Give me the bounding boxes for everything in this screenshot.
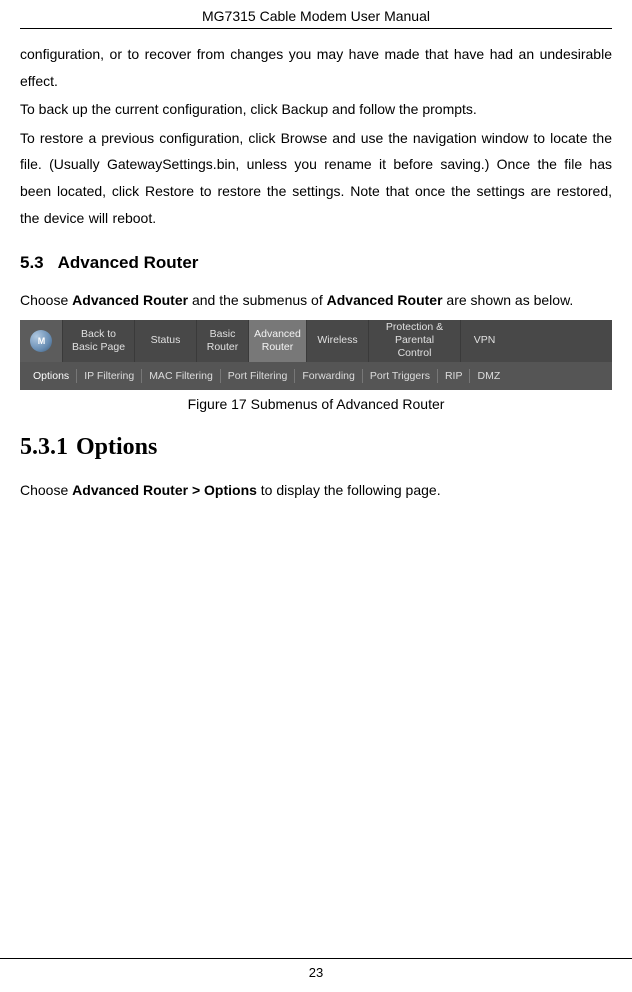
text-bold-2: Advanced Router	[327, 292, 443, 308]
subnav-rip: RIP	[438, 369, 471, 383]
page-number: 23	[309, 965, 323, 980]
nav-item-wireless: Wireless	[306, 320, 368, 362]
paragraph-restore: To restore a previous configuration, cli…	[20, 125, 612, 231]
figure-caption: Figure 17 Submenus of Advanced Router	[20, 396, 612, 412]
paragraph-config: configuration, or to recover from change…	[20, 41, 612, 94]
subnav-dmz: DMZ	[470, 369, 507, 383]
page-content: configuration, or to recover from change…	[20, 29, 612, 503]
nav-item-back: Back to Basic Page	[62, 320, 134, 362]
subnav-row: Options IP Filtering MAC Filtering Port …	[20, 362, 612, 390]
figure-nav-screenshot: M Back to Basic Page Status Basic Router…	[20, 320, 612, 390]
subnav-port-triggers: Port Triggers	[363, 369, 438, 383]
nav-item-advanced-router: Advanced Router	[248, 320, 306, 362]
subnav-forwarding: Forwarding	[295, 369, 363, 383]
page-header-title: MG7315 Cable Modem User Manual	[20, 0, 612, 29]
nav-item-fill	[508, 320, 612, 362]
heading-5-3-title: Advanced Router	[58, 253, 199, 272]
subnav-port-filtering: Port Filtering	[221, 369, 296, 383]
heading-5-3-1-num: 5.3.1	[20, 434, 68, 460]
paragraph-backup: To back up the current configuration, cl…	[20, 96, 612, 123]
subnav-options: Options	[26, 369, 77, 383]
subnav-ip-filtering: IP Filtering	[77, 369, 142, 383]
heading-5-3-num: 5.3	[20, 253, 44, 272]
text-bold-1: Advanced Router	[72, 292, 188, 308]
nav-logo: M	[20, 320, 62, 362]
text-post-2: to display the following page.	[257, 482, 441, 498]
text-pre: Choose	[20, 292, 72, 308]
text-post: are shown as below.	[443, 292, 574, 308]
nav-item-status: Status	[134, 320, 196, 362]
heading-5-3: 5.3 Advanced Router	[20, 253, 612, 273]
paragraph-5-3-intro: Choose Advanced Router and the submenus …	[20, 287, 612, 314]
heading-5-3-1: 5.3.1 Options	[20, 434, 612, 461]
heading-5-3-1-title: Options	[76, 434, 157, 460]
nav-item-protection: Protection & Parental Control	[368, 320, 460, 362]
page-footer: 23	[0, 958, 632, 980]
text-bold-3: Advanced Router > Options	[72, 482, 257, 498]
nav-item-vpn: VPN	[460, 320, 508, 362]
text-pre-2: Choose	[20, 482, 72, 498]
motorola-logo-icon: M	[30, 330, 52, 352]
text-mid: and the submenus of	[188, 292, 327, 308]
nav-top-row: M Back to Basic Page Status Basic Router…	[20, 320, 612, 362]
paragraph-5-3-1-intro: Choose Advanced Router > Options to disp…	[20, 477, 612, 504]
nav-item-basic-router: Basic Router	[196, 320, 248, 362]
subnav-mac-filtering: MAC Filtering	[142, 369, 221, 383]
